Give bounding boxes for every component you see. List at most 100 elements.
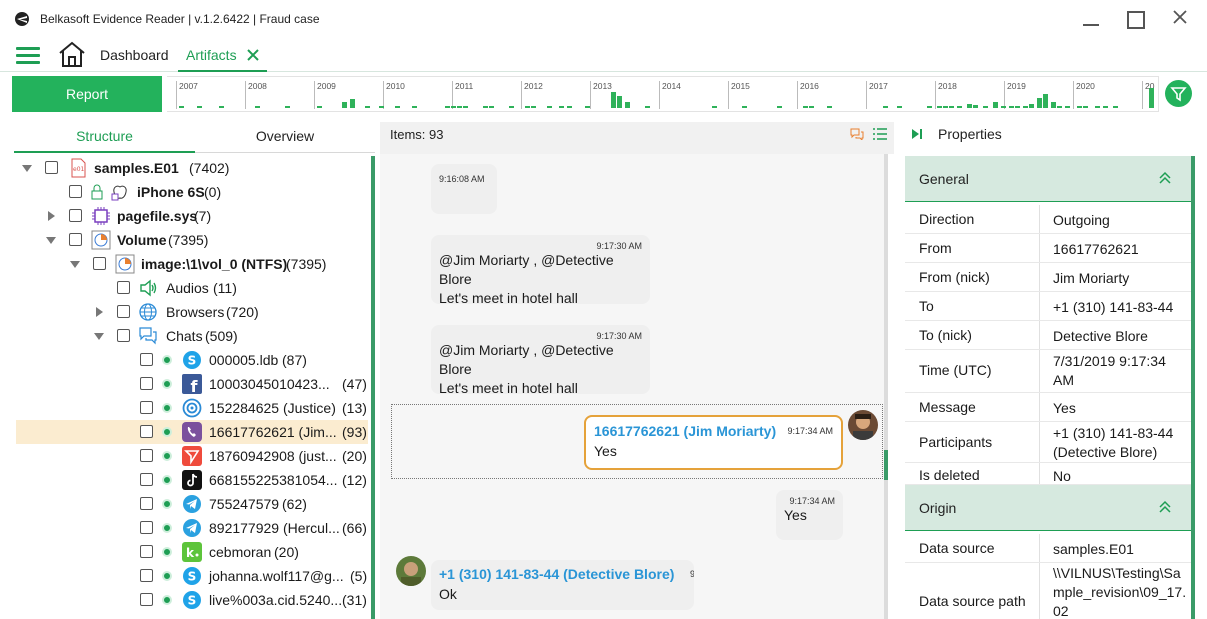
checkbox[interactable] — [117, 305, 130, 318]
tree-item-chat[interactable]: 668155225381054... (12) — [16, 468, 368, 492]
section-origin[interactable]: Origin — [905, 485, 1191, 531]
tree-item-chat[interactable]: 755247579 (62) — [16, 492, 368, 516]
menu-button[interactable] — [16, 47, 40, 64]
tree-item-samples-e01[interactable]: e01 samples.E01 (7402) — [16, 156, 368, 180]
tree-item-chat[interactable]: 152284625 (Justice) (13) — [16, 396, 368, 420]
timeline-activity-bar[interactable] — [379, 106, 384, 108]
timeline-activity-bar[interactable] — [350, 99, 355, 108]
timeline-activity-bar[interactable] — [451, 106, 456, 108]
timeline-activity-bar[interactable] — [1043, 94, 1048, 108]
expand-arrow-icon[interactable] — [22, 165, 32, 172]
expand-arrow-icon[interactable] — [48, 211, 55, 221]
chat-view[interactable]: 9:16:08 AM 9:17:30 AM @Jim Moriarty , @D… — [380, 154, 884, 619]
checkbox[interactable] — [93, 257, 106, 270]
timeline-activity-bar[interactable] — [967, 104, 972, 108]
tree-item-chat[interactable]: S johanna.wolf117@g... (5) — [16, 564, 368, 588]
close-tab-icon[interactable] — [246, 48, 260, 62]
checkbox[interactable] — [117, 281, 130, 294]
timeline-year-label[interactable]: 2013 — [590, 81, 612, 109]
timeline-activity-bar[interactable] — [883, 106, 888, 108]
timeline-activity-bar[interactable] — [611, 92, 616, 108]
checkbox[interactable] — [117, 329, 130, 342]
timeline-activity-bar[interactable] — [463, 106, 468, 108]
timeline-activity-bar[interactable] — [219, 106, 224, 108]
checkbox[interactable] — [140, 353, 153, 366]
tree-item-chat[interactable]: S live%003a.cid.5240... (31) — [16, 588, 368, 612]
timeline-year-label[interactable]: 2016 — [797, 81, 819, 109]
timeline-activity-bar[interactable] — [973, 105, 978, 108]
tree-item-chat[interactable]: S 000005.ldb (87) — [16, 348, 368, 372]
timeline-activity-bar[interactable] — [412, 106, 417, 108]
checkbox[interactable] — [140, 401, 153, 414]
timeline-year-label[interactable]: 2019 — [1004, 81, 1026, 109]
timeline-activity-bar[interactable] — [712, 106, 717, 108]
tree-item-chat[interactable]: k cebmoran (20) — [16, 540, 368, 564]
timeline-year-label[interactable]: 2017 — [866, 81, 888, 109]
expand-arrow-icon[interactable] — [96, 307, 103, 317]
timeline[interactable]: 2007 2008 2009 2010 2011 2012 2013 2014 2015 2016… — [167, 76, 1159, 112]
timeline-activity-bar[interactable] — [317, 106, 322, 108]
checkbox[interactable] — [140, 449, 153, 462]
timeline-activity-bar[interactable] — [1083, 106, 1088, 108]
timeline-activity-bar[interactable] — [342, 102, 347, 108]
tree-item-iphone[interactable]: iPhone 6S (0) — [16, 180, 368, 204]
timeline-year-label[interactable]: 2007 — [176, 81, 198, 109]
timeline-activity-bar[interactable] — [1037, 98, 1042, 108]
timeline-activity-bar[interactable] — [1009, 106, 1014, 108]
timeline-activity-bar[interactable] — [777, 106, 782, 108]
checkbox[interactable] — [140, 473, 153, 486]
timeline-activity-bar[interactable] — [803, 106, 808, 108]
tree-item-browsers[interactable]: Browsers (720) — [16, 300, 368, 324]
timeline-activity-bar[interactable] — [1095, 106, 1100, 108]
tree-item-pagefile[interactable]: pagefile.sys (7) — [16, 204, 368, 228]
collapse-panel-icon[interactable] — [911, 128, 923, 140]
timeline-activity-bar[interactable] — [585, 106, 590, 108]
timeline-activity-bar[interactable] — [1065, 106, 1070, 108]
timeline-activity-bar[interactable] — [525, 106, 530, 108]
maximize-button[interactable] — [1120, 8, 1150, 30]
timeline-activity-bar[interactable] — [937, 106, 942, 108]
timeline-activity-bar[interactable] — [365, 106, 370, 108]
tree-item-image-vol[interactable]: image:\1\vol_0 (NTFS) (7395) — [16, 252, 368, 276]
tab-overview[interactable]: Overview — [195, 122, 375, 153]
timeline-activity-bar[interactable] — [1001, 106, 1006, 108]
chat-scrollbar-thumb[interactable] — [884, 450, 888, 480]
report-button[interactable]: Report — [12, 76, 162, 112]
timeline-activity-bar[interactable] — [1077, 106, 1082, 108]
timeline-activity-bar[interactable] — [457, 106, 462, 108]
timeline-activity-bar[interactable] — [625, 102, 630, 108]
expand-arrow-icon[interactable] — [46, 237, 56, 244]
timeline-year-label[interactable]: 2008 — [245, 81, 267, 109]
minimize-button[interactable] — [1076, 8, 1106, 30]
timeline-year-label[interactable]: 2009 — [314, 81, 336, 109]
timeline-activity-bar[interactable] — [927, 106, 932, 108]
timeline-activity-bar[interactable] — [617, 96, 622, 108]
timeline-activity-bar[interactable] — [483, 106, 488, 108]
timeline-activity-bar[interactable] — [559, 106, 564, 108]
timeline-year-label[interactable]: 2010 — [383, 81, 405, 109]
timeline-activity-bar[interactable] — [489, 106, 494, 108]
timeline-activity-bar[interactable] — [827, 106, 832, 108]
timeline-activity-bar[interactable] — [285, 106, 290, 108]
checkbox[interactable] — [45, 161, 58, 174]
timeline-activity-bar[interactable] — [179, 106, 184, 108]
checkbox[interactable] — [140, 497, 153, 510]
timeline-year-label[interactable]: 2014 — [659, 81, 681, 109]
timeline-year-label[interactable]: 2011 — [452, 81, 473, 109]
message-bubble[interactable]: 9:17:30 AM @Jim Moriarty , @Detective Bl… — [431, 325, 650, 396]
timeline-activity-bar[interactable] — [1057, 106, 1062, 108]
message-bubble[interactable]: +1 (310) 141-83-44 (Detective Blore) 9 O… — [431, 560, 694, 610]
timeline-activity-bar[interactable] — [957, 106, 962, 108]
filter-button[interactable] — [1165, 80, 1192, 107]
tab-dashboard[interactable]: Dashboard — [100, 47, 169, 63]
tree-item-chats[interactable]: Chats (509) — [16, 324, 368, 348]
list-view-icon[interactable] — [872, 127, 888, 141]
timeline-activity-bar[interactable] — [1015, 106, 1020, 108]
message-bubble[interactable]: 9:16:08 AM — [431, 164, 497, 214]
checkbox[interactable] — [140, 521, 153, 534]
message-bubble[interactable]: 9:17:30 AM @Jim Moriarty , @Detective Bl… — [431, 235, 650, 306]
tree-item-chat[interactable]: 18760942908 (just... (20) — [16, 444, 368, 468]
timeline-year-label[interactable]: 2015 — [728, 81, 750, 109]
timeline-activity-bar[interactable] — [993, 102, 998, 108]
section-general[interactable]: General — [905, 156, 1191, 202]
